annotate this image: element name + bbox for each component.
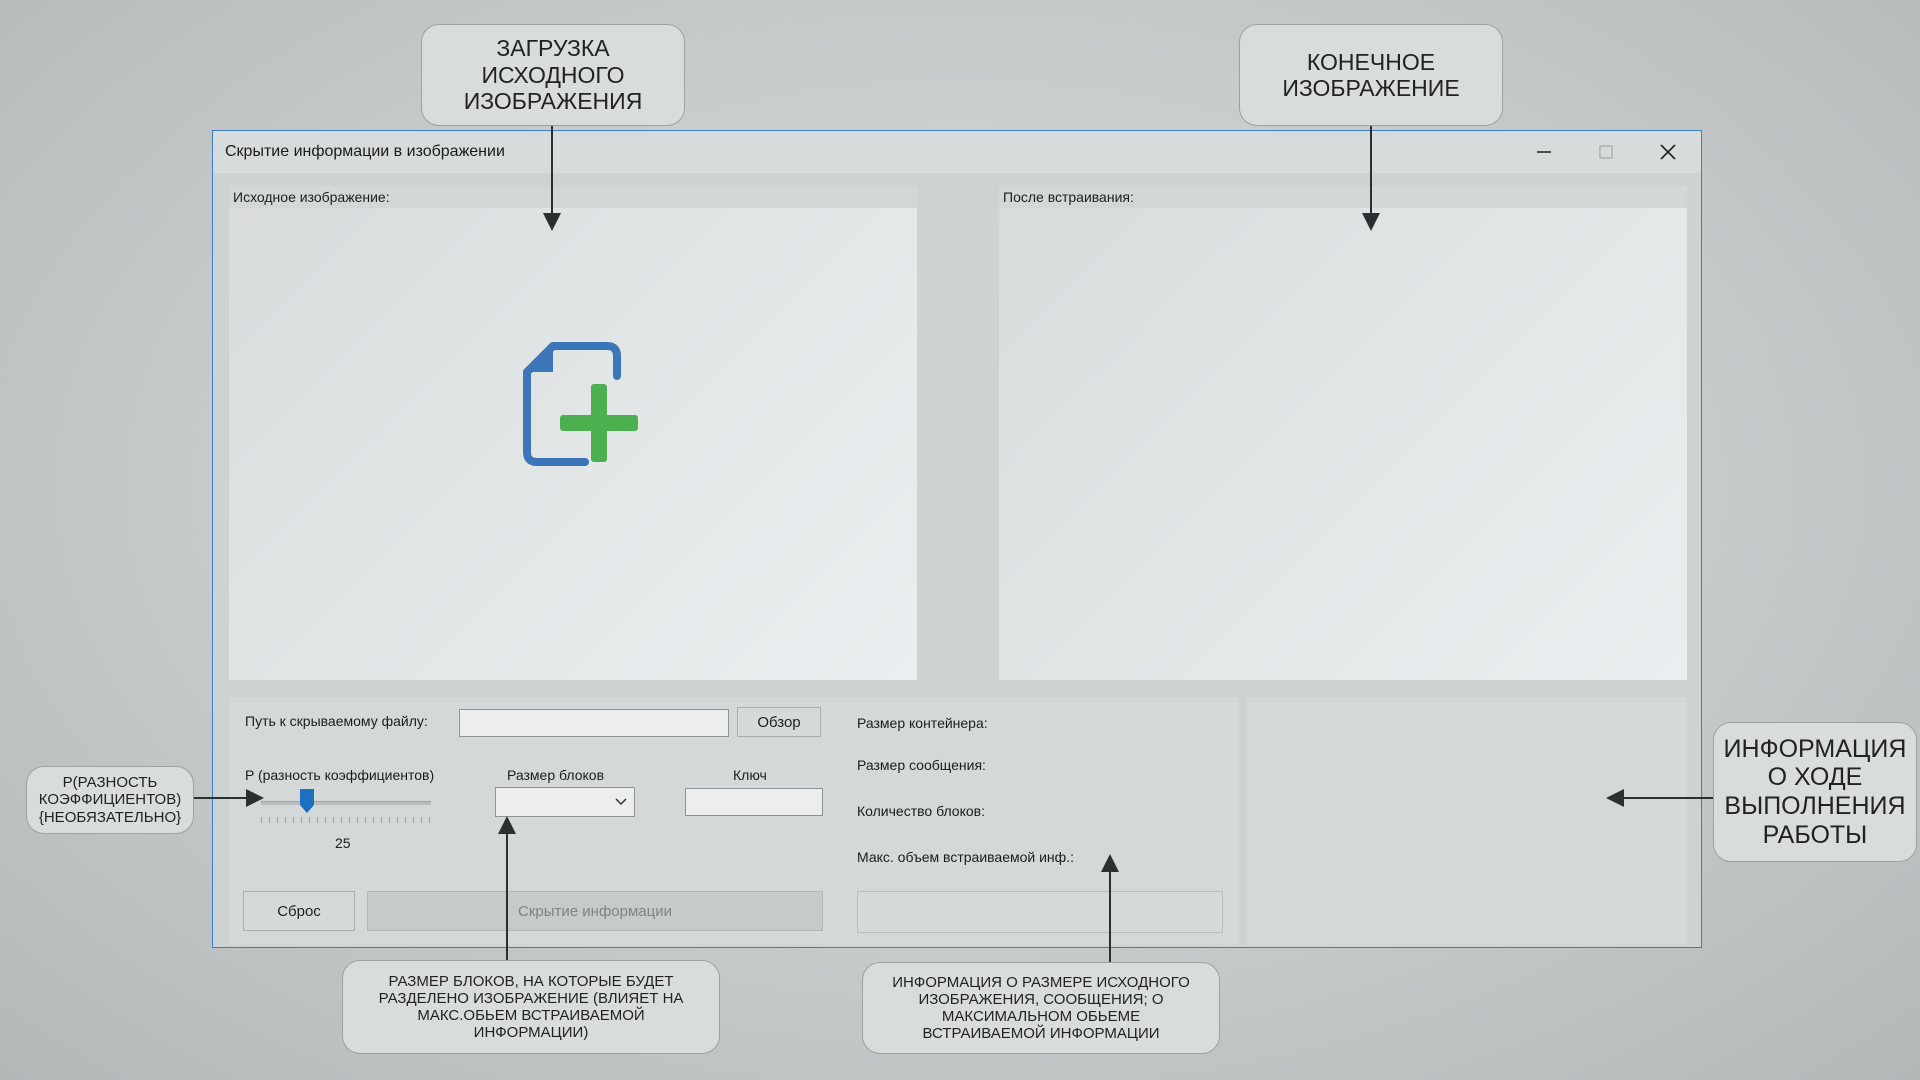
callout-final-image-line: ИЗОБРАЖЕНИЕ bbox=[1282, 75, 1460, 101]
arrow-size-info bbox=[1109, 870, 1111, 962]
reset-button[interactable]: Сброс bbox=[243, 891, 355, 931]
slider-thumb[interactable] bbox=[300, 789, 314, 813]
add-file-icon bbox=[523, 342, 638, 466]
callout-block-size-line: РАЗДЕЛЕНО ИЗОБРАЖЕНИЕ (ВЛИЯЕТ НА bbox=[378, 989, 684, 1007]
arrow-block-size bbox=[506, 830, 508, 960]
arrow-progress-info bbox=[1624, 797, 1713, 799]
close-button[interactable] bbox=[1637, 131, 1699, 173]
arrow-down-icon bbox=[1362, 213, 1380, 231]
result-image-panel: После встраивания: bbox=[999, 186, 1687, 680]
callout-size-info: ИНФОРМАЦИЯ О РАЗМЕРЕ ИСХОДНОГО ИЗОБРАЖЕН… bbox=[862, 962, 1220, 1054]
callout-final-image: КОНЕЧНОЕ ИЗОБРАЖЕНИЕ bbox=[1239, 24, 1503, 126]
key-label: Ключ bbox=[733, 767, 767, 783]
title-bar: Скрытие информации в изображении bbox=[213, 131, 1701, 173]
source-image-dropzone[interactable] bbox=[229, 208, 917, 680]
minimize-icon bbox=[1537, 151, 1551, 153]
callout-progress-info-line: ВЫПОЛНЕНИЯ bbox=[1724, 792, 1906, 820]
callout-size-info-line: ИНФОРМАЦИЯ О РАЗМЕРЕ ИСХОДНОГО bbox=[892, 973, 1190, 991]
callout-block-size-line: РАЗМЕР БЛОКОВ, НА КОТОРЫЕ БУДЕТ bbox=[388, 972, 674, 990]
log-panel bbox=[1247, 697, 1687, 945]
block-size-select[interactable] bbox=[495, 787, 635, 817]
callout-load-source-line: ИЗОБРАЖЕНИЯ bbox=[463, 88, 643, 115]
main-window: Скрытие информации в изображении Исходно… bbox=[212, 130, 1702, 948]
callout-p-param-line: КОЭФФИЦИЕНТОВ) bbox=[38, 791, 182, 809]
callout-load-source: ЗАГРУЗКА ИСХОДНОГО ИЗОБРАЖЕНИЯ bbox=[421, 24, 685, 126]
callout-p-param-line: {НЕОБЯЗАТЕЛЬНО} bbox=[38, 808, 182, 826]
slider-ticks bbox=[261, 817, 431, 823]
add-file-button[interactable] bbox=[519, 342, 643, 471]
key-input[interactable] bbox=[685, 788, 823, 816]
callout-load-source-line: ИСХОДНОГО bbox=[481, 61, 625, 88]
callout-size-info-line: ИЗОБРАЖЕНИЯ, СООБЩЕНИЯ; О bbox=[918, 990, 1164, 1008]
p-label: P (разность коэффициентов) bbox=[245, 767, 435, 783]
callout-size-info-line: МАКСИМАЛЬНОМ ОБЬЕМЕ bbox=[941, 1008, 1141, 1025]
callout-size-info-line: ВСТРАИВАЕМОЙ ИНФОРМАЦИИ bbox=[922, 1025, 1160, 1043]
result-image-header: После встраивания: bbox=[999, 186, 1687, 208]
source-image-header: Исходное изображение: bbox=[229, 186, 917, 208]
callout-p-param: P(РАЗНОСТЬ КОЭФФИЦИЕНТОВ) {НЕОБЯЗАТЕЛЬНО… bbox=[26, 766, 194, 834]
arrow-up-icon bbox=[498, 816, 516, 834]
block-count-label: Количество блоков: bbox=[857, 803, 985, 819]
block-size-label: Размер блоков bbox=[507, 767, 605, 783]
callout-block-size: РАЗМЕР БЛОКОВ, НА КОТОРЫЕ БУДЕТ РАЗДЕЛЕН… bbox=[342, 960, 720, 1054]
slider-track bbox=[261, 801, 431, 805]
close-icon bbox=[1660, 144, 1676, 160]
message-size-label: Размер сообщения: bbox=[857, 757, 986, 773]
callout-load-source-line: ЗАГРУЗКА bbox=[496, 35, 610, 62]
arrow-load-source bbox=[551, 126, 553, 216]
callout-block-size-line: ИНФОРМАЦИИ) bbox=[473, 1024, 589, 1042]
chevron-down-icon bbox=[615, 798, 627, 806]
callout-progress-info-line: ИНФОРМАЦИЯ bbox=[1723, 734, 1907, 763]
arrow-final-image bbox=[1370, 126, 1372, 216]
controls-panel: Путь к скрываемому файлу: Обзор P (разно… bbox=[229, 697, 1239, 945]
window-title: Скрытие информации в изображении bbox=[225, 143, 505, 160]
minimize-button[interactable] bbox=[1513, 131, 1575, 173]
callout-block-size-line: МАКС.ОБЬЕМ ВСТРАИВАЕМОЙ bbox=[417, 1007, 645, 1024]
progress-bar bbox=[857, 891, 1223, 933]
callout-p-param-line: P(РАЗНОСТЬ bbox=[62, 774, 158, 792]
arrow-left-icon bbox=[1606, 789, 1624, 807]
max-volume-label: Макс. объем встраиваемой инф.: bbox=[857, 849, 1074, 865]
maximize-button[interactable] bbox=[1575, 131, 1637, 173]
maximize-icon bbox=[1599, 145, 1613, 159]
browse-button[interactable]: Обзор bbox=[737, 707, 821, 737]
arrow-down-icon bbox=[543, 213, 561, 231]
callout-progress-info: ИНФОРМАЦИЯ О ХОДЕ ВЫПОЛНЕНИЯ РАБОТЫ bbox=[1713, 722, 1917, 862]
source-image-panel: Исходное изображение: bbox=[229, 186, 917, 680]
p-slider[interactable] bbox=[261, 789, 431, 829]
arrow-right-icon bbox=[246, 789, 264, 807]
callout-progress-info-line: О ХОДЕ bbox=[1767, 763, 1863, 792]
arrow-p-param bbox=[194, 797, 248, 799]
callout-progress-info-line: РАБОТЫ bbox=[1762, 820, 1868, 849]
arrow-up-icon bbox=[1101, 854, 1119, 872]
hide-info-button[interactable]: Скрытие информации bbox=[367, 891, 823, 931]
slider-value: 25 bbox=[335, 835, 351, 851]
callout-final-image-line: КОНЕЧНОЕ bbox=[1306, 48, 1436, 75]
result-image-area bbox=[999, 208, 1687, 680]
container-size-label: Размер контейнера: bbox=[857, 715, 988, 731]
path-input[interactable] bbox=[459, 709, 729, 737]
path-label: Путь к скрываемому файлу: bbox=[245, 713, 428, 729]
